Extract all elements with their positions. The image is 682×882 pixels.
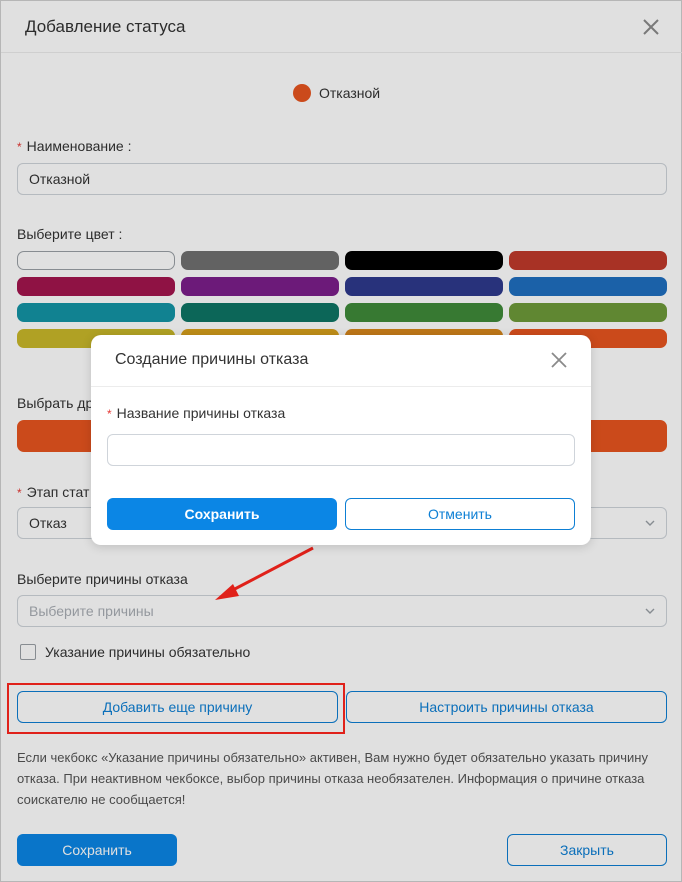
reason-name-input[interactable] bbox=[107, 434, 575, 466]
reason-name-label: * Название причины отказа bbox=[107, 405, 286, 421]
create-reason-modal: Создание причины отказа * Название причин… bbox=[91, 335, 591, 545]
annotation-highlight-box bbox=[7, 683, 345, 734]
required-asterisk: * bbox=[107, 407, 112, 421]
modal-header: Создание причины отказа bbox=[91, 335, 591, 387]
modal-save-button[interactable]: Сохранить bbox=[107, 498, 337, 530]
annotation-arrow-icon bbox=[215, 546, 314, 600]
modal-title: Создание причины отказа bbox=[115, 351, 309, 368]
close-icon[interactable] bbox=[549, 350, 569, 370]
modal-cancel-button[interactable]: Отменить bbox=[345, 498, 575, 530]
